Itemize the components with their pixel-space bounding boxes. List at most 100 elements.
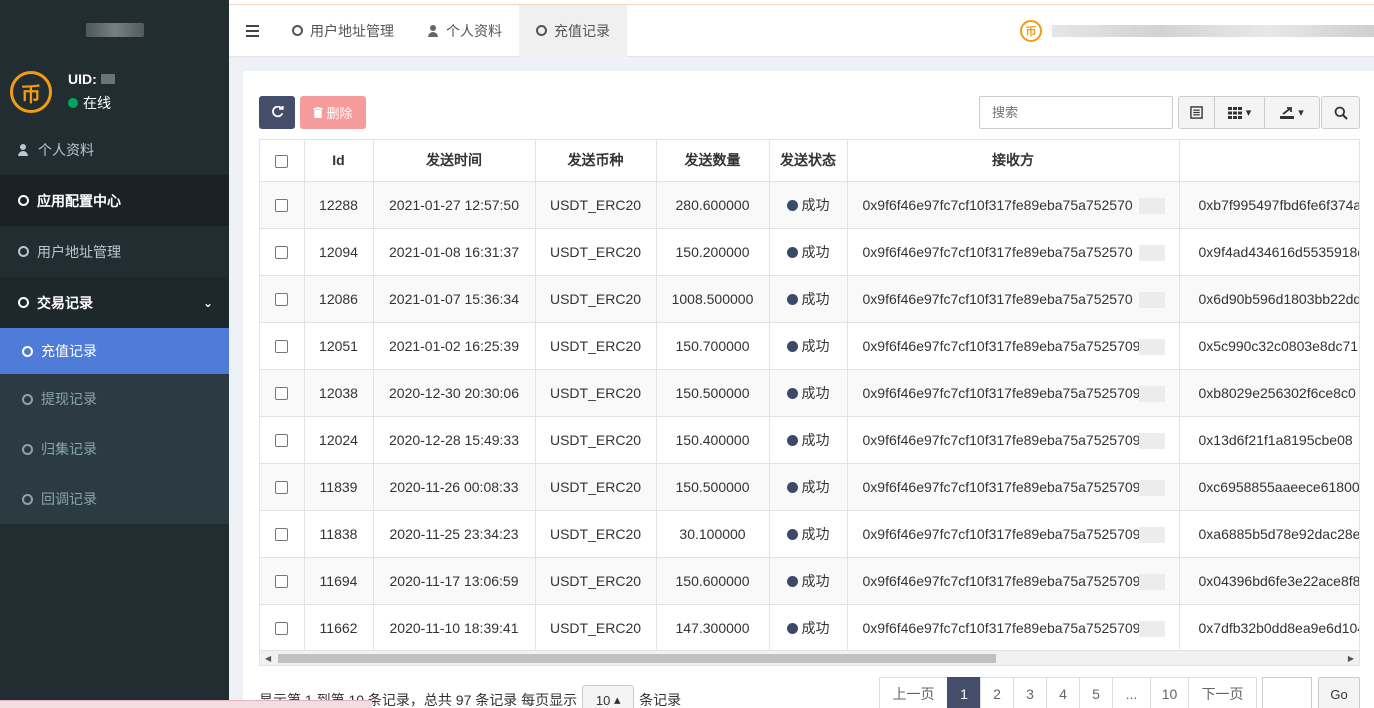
cell-status: 成功: [769, 510, 848, 558]
sidebar-logo[interactable]: [0, 0, 229, 60]
sidebar: 币 UID: 在线 个人资料 应用配置中心 用户地址管理 交易记录 ⌄ 充值记录…: [0, 0, 229, 708]
user-uid: UID:: [68, 71, 115, 87]
columns-dropdown-button[interactable]: ▾: [1215, 97, 1265, 128]
status-dot-icon: [786, 528, 798, 540]
address-redacted: [1138, 573, 1165, 590]
row-checkbox[interactable]: [275, 622, 289, 636]
row-checkbox[interactable]: [275, 481, 289, 495]
sidebar-item-trade-records[interactable]: 交易记录 ⌄: [0, 277, 229, 328]
row-checkbox[interactable]: [275, 293, 289, 307]
user-menu[interactable]: 币: [1020, 5, 1374, 57]
row-checkbox[interactable]: [275, 434, 289, 448]
tab-recharge[interactable]: 充值记录: [519, 4, 627, 57]
cell-receiver: 0xb7f995497fbd6fe6f374a: [1179, 181, 1359, 229]
menu-toggle-icon[interactable]: [229, 5, 275, 57]
table-row[interactable]: 12086 2021-01-07 15:36:34 USDT_ERC20 1008.5…: [260, 275, 1359, 323]
row-checkbox[interactable]: [275, 387, 289, 401]
page-2[interactable]: 2: [980, 677, 1014, 708]
refresh-button[interactable]: [259, 96, 295, 129]
browser-status-url: [0, 700, 372, 708]
cell-id: 11839: [304, 463, 374, 511]
page-next[interactable]: 下一页: [1188, 677, 1257, 708]
table-row[interactable]: 12288 2021-01-27 12:57:50 USDT_ERC20 280.60…: [260, 181, 1359, 229]
page-size-select[interactable]: 10 ▴: [582, 685, 635, 708]
table-row[interactable]: 12051 2021-01-02 16:25:39 USDT_ERC20 150.70…: [260, 322, 1359, 370]
col-header-receiver[interactable]: 接收方: [847, 140, 1180, 182]
cell-amount: 150.500000: [656, 463, 770, 511]
circle-icon: [22, 345, 33, 357]
sidebar-item-withdraw[interactable]: 提现记录: [0, 374, 229, 424]
page-3[interactable]: 3: [1013, 677, 1047, 708]
export-dropdown-button[interactable]: ▾: [1265, 97, 1319, 128]
circle-icon: [22, 493, 33, 505]
sidebar-item-address-mgmt[interactable]: 用户地址管理: [0, 226, 229, 277]
delete-button[interactable]: 删除: [300, 96, 366, 129]
cell-time: 2021-01-02 16:25:39: [373, 322, 536, 370]
sidebar-item-callback[interactable]: 回调记录: [0, 474, 229, 524]
sidebar-item-profile[interactable]: 个人资料: [0, 124, 229, 175]
col-header-id[interactable]: Id: [304, 140, 374, 182]
table-row[interactable]: 11838 2020-11-25 23:34:23 USDT_ERC20 30.100…: [260, 510, 1359, 558]
cell-receiver: 0x13d6f21f1a8195cbe08: [1179, 416, 1359, 464]
circle-icon: [18, 297, 29, 308]
coin-avatar-small-icon: 币: [1020, 20, 1042, 42]
row-select-cell: [260, 369, 305, 417]
goto-page-input[interactable]: [1262, 677, 1312, 708]
row-checkbox[interactable]: [275, 246, 289, 260]
user-icon: [18, 143, 28, 156]
circle-icon: [18, 195, 29, 206]
table-row[interactable]: 11694 2020-11-17 13:06:59 USDT_ERC20 150.60…: [260, 557, 1359, 605]
col-header-status[interactable]: 发送状态: [769, 140, 848, 182]
scrollbar-thumb[interactable]: [278, 654, 996, 663]
table-row[interactable]: 11839 2020-11-26 00:08:33 USDT_ERC20 150.50…: [260, 463, 1359, 511]
cell-coin: USDT_ERC20: [535, 510, 657, 558]
cell-coin: USDT_ERC20: [535, 181, 657, 229]
tab-address-mgmt[interactable]: 用户地址管理: [275, 5, 411, 57]
toggle-view-button[interactable]: [1179, 97, 1215, 128]
row-select-cell: [260, 557, 305, 605]
address-redacted: [1138, 432, 1165, 449]
circle-icon: [292, 25, 303, 36]
page-1[interactable]: 1: [947, 677, 981, 708]
sidebar-item-app-config[interactable]: 应用配置中心: [0, 175, 229, 226]
page-4[interactable]: 4: [1046, 677, 1080, 708]
cell-coin: USDT_ERC20: [535, 604, 657, 650]
table-row[interactable]: 11662 2020-11-10 18:39:41 USDT_ERC20 147.30…: [260, 604, 1359, 650]
status-dot-icon: [786, 622, 798, 634]
table-row[interactable]: 12024 2020-12-28 15:49:33 USDT_ERC20 150.40…: [260, 416, 1359, 464]
table-row[interactable]: 12094 2021-01-08 16:31:37 USDT_ERC20 150.20…: [260, 228, 1359, 276]
table-row[interactable]: 12038 2020-12-30 20:30:06 USDT_ERC20 150.50…: [260, 369, 1359, 417]
col-header-amount[interactable]: 发送数量: [656, 140, 770, 182]
search-button[interactable]: [1321, 96, 1360, 129]
records-table-container[interactable]: Id 发送时间 发送币种 发送数量 发送状态 接收方 12288 2021-01-…: [259, 139, 1360, 651]
cell-id: 12038: [304, 369, 374, 417]
tab-profile[interactable]: 个人资料: [411, 5, 519, 57]
cell-id: 12086: [304, 275, 374, 323]
page-5[interactable]: 5: [1079, 677, 1113, 708]
page-prev[interactable]: 上一页: [879, 677, 948, 708]
row-checkbox[interactable]: [275, 199, 289, 213]
scroll-right-icon[interactable]: ▶: [1348, 654, 1354, 663]
cell-time: 2020-11-17 13:06:59: [373, 557, 536, 605]
go-button[interactable]: Go: [1318, 677, 1360, 708]
cell-status: 成功: [769, 604, 848, 650]
pagination: 上一页 1 2 3 4 5 ... 10 下一页: [879, 677, 1257, 708]
row-checkbox[interactable]: [275, 340, 289, 354]
caret-down-icon: ▾: [1298, 107, 1304, 119]
col-header-time[interactable]: 发送时间: [373, 140, 536, 182]
page-10[interactable]: 10: [1150, 677, 1189, 708]
horizontal-scrollbar[interactable]: ◀ ▶: [259, 651, 1360, 666]
search-input[interactable]: [979, 96, 1173, 129]
circle-icon: [22, 443, 33, 455]
logo-redacted: [85, 23, 144, 37]
cell-receiver: 0x04396bd6fe3e22ace8f8: [1179, 557, 1359, 605]
cell-sender: 0x9f6f46e97fc7cf10f317fe89eba75a7525709: [847, 416, 1180, 464]
scroll-left-icon[interactable]: ◀: [265, 654, 271, 663]
sidebar-item-collect[interactable]: 归集记录: [0, 424, 229, 474]
select-all-checkbox[interactable]: [275, 155, 289, 169]
cell-sender: 0x9f6f46e97fc7cf10f317fe89eba75a7525709: [847, 604, 1180, 650]
col-header-coin[interactable]: 发送币种: [535, 140, 657, 182]
row-checkbox[interactable]: [275, 575, 289, 589]
sidebar-item-recharge[interactable]: 充值记录: [0, 328, 229, 374]
row-checkbox[interactable]: [275, 528, 289, 542]
